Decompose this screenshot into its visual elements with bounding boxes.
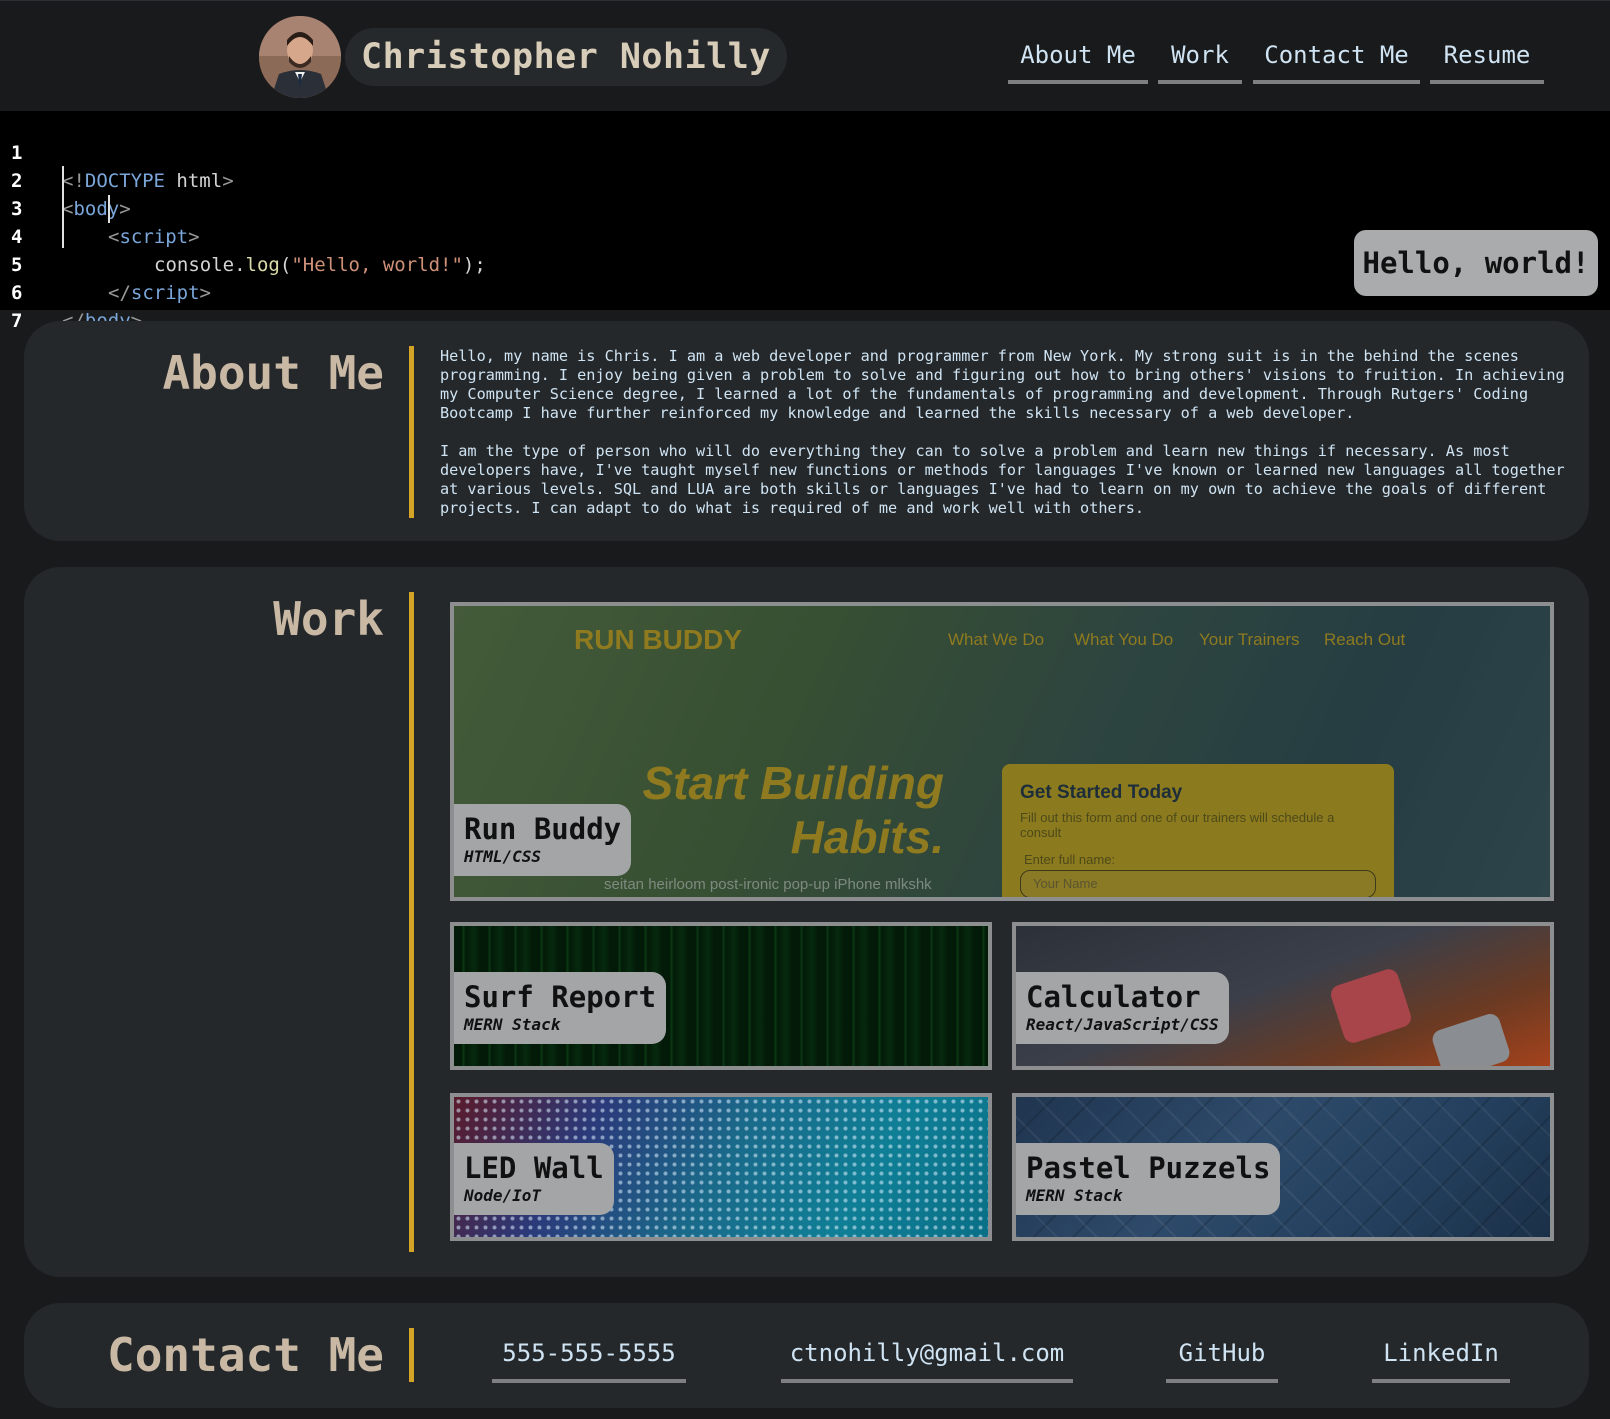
code-string: "Hello, world!" [291, 254, 463, 276]
preview-nav-item: What We Do [948, 630, 1045, 649]
code-token: console [154, 254, 235, 276]
code-token: log [245, 254, 280, 276]
project-title: Surf Report [464, 980, 657, 1014]
code-token: ); [462, 254, 486, 276]
contact-phone-link[interactable]: 555-555-5555 [492, 1333, 686, 1383]
project-tech: Node/IoT [464, 1186, 542, 1205]
code-token: <! [62, 170, 85, 192]
section-divider [409, 592, 414, 1252]
project-card-led-wall[interactable]: LED Wall Node/IoT [450, 1093, 992, 1241]
project-tech: MERN Stack [1026, 1186, 1123, 1205]
line-number: 7 [11, 310, 23, 332]
section-divider [409, 1328, 414, 1382]
contact-github-link[interactable]: GitHub [1166, 1333, 1278, 1383]
section-divider [409, 346, 414, 518]
code-token: script [119, 226, 189, 248]
project-card-surf-report[interactable]: Surf Report MERN Stack [450, 922, 992, 1070]
contact-email-link[interactable]: ctnohilly@gmail.com [781, 1333, 1073, 1383]
console-output-bubble: Hello, world! [1354, 230, 1598, 296]
indent-guide [62, 166, 64, 248]
preview-tagline: seitan heirloom post-ironic pop-up iPhon… [604, 876, 932, 893]
preview-form: Get Started Today Fill out this form and… [1002, 764, 1394, 897]
code-token: . [234, 254, 246, 276]
project-tech: React/JavaScript/CSS [1026, 1015, 1219, 1034]
preview-form-text: Fill out this form and one of our traine… [1020, 810, 1335, 840]
project-label: Run Buddy HTML/CSS [454, 804, 632, 876]
project-title: LED Wall [464, 1151, 604, 1185]
nav-about-me[interactable]: About Me [1008, 37, 1148, 84]
project-title: Run Buddy [464, 812, 622, 846]
nav-resume[interactable]: Resume [1430, 37, 1544, 84]
preview-nav-item: Your Trainers [1199, 630, 1300, 649]
contact-title: Contact Me [107, 1328, 384, 1382]
main-nav: About Me Work Contact Me Resume [0, 37, 1610, 85]
about-paragraph: I am the type of person who will do ever… [440, 442, 1565, 517]
code-token: DOCTYPE [84, 170, 165, 192]
code-token: script [130, 282, 200, 304]
project-tech: MERN Stack [464, 1015, 561, 1034]
project-title: Calculator [1026, 980, 1201, 1014]
work-title: Work [273, 592, 384, 646]
indent-guide [108, 195, 110, 223]
contact-linkedin-link[interactable]: LinkedIn [1372, 1333, 1510, 1383]
nav-contact-me[interactable]: Contact Me [1253, 37, 1420, 84]
preview-nav-item: Reach Out [1324, 630, 1406, 649]
about-title: About Me [162, 346, 384, 400]
preview-logo: RUN BUDDY [574, 624, 742, 655]
preview-nav-item: What You Do [1074, 630, 1174, 649]
code-token: html [176, 170, 223, 192]
project-label: Surf Report MERN Stack [454, 972, 667, 1044]
about-paragraph: Hello, my name is Chris. I am a web deve… [440, 347, 1565, 422]
nav-work[interactable]: Work [1158, 37, 1242, 84]
preview-headline: Start Building Habits. [624, 756, 944, 864]
code-token: ( [279, 254, 292, 276]
site-header: Christopher Nohilly About Me Work Contac… [0, 0, 1610, 111]
preview-form-label: Enter full name: [1024, 852, 1116, 867]
project-tech: HTML/CSS [464, 847, 542, 866]
preview-form-title: Get Started Today [1020, 782, 1183, 803]
project-card-run-buddy[interactable]: RUN BUDDY What We Do What You Do Your Tr… [450, 602, 1554, 901]
preview-headline-line: Habits. [790, 811, 944, 863]
project-card-pastel-puzzels[interactable]: Pastel Puzzels MERN Stack [1012, 1093, 1554, 1241]
code-token: body [73, 198, 120, 220]
preview-headline-line: Start Building [642, 757, 944, 809]
project-card-calculator[interactable]: Calculator React/JavaScript/CSS [1012, 922, 1554, 1070]
preview-form-input: Your Name [1020, 870, 1376, 897]
project-label: Calculator React/JavaScript/CSS [1016, 972, 1229, 1044]
project-title: Pastel Puzzels [1026, 1151, 1271, 1185]
project-label: LED Wall Node/IoT [454, 1143, 614, 1215]
about-text: Hello, my name is Chris. I am a web deve… [440, 347, 1565, 518]
project-label: Pastel Puzzels MERN Stack [1016, 1143, 1281, 1215]
code-token: > [222, 170, 234, 192]
